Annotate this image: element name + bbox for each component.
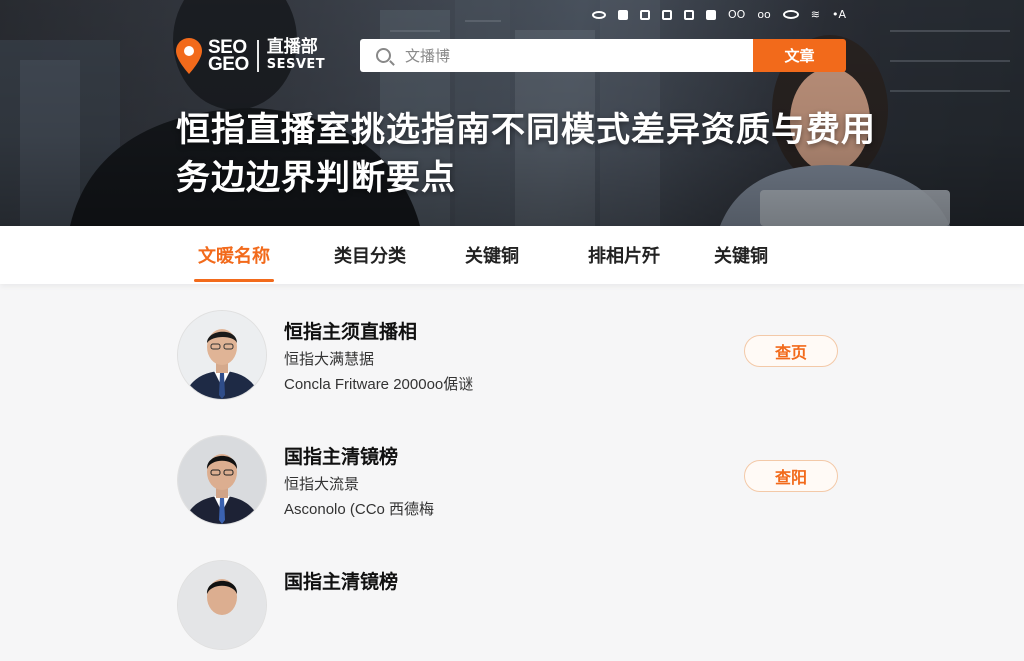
search-button[interactable]: 文章: [753, 39, 846, 72]
logo-subtitle: 直播部 SESVET: [267, 39, 325, 73]
battery-icon: [782, 10, 799, 19]
list-item[interactable]: 国指主清镜榜 恒指大流景 Asconolo (CCo 西德梅 查阳: [178, 436, 858, 536]
logo-line-2: GEO: [208, 54, 249, 75]
tab-category[interactable]: 类目分类: [330, 226, 410, 284]
tab-keyword[interactable]: 关键铜: [462, 226, 522, 284]
tab-article-name[interactable]: 文暖名称: [194, 226, 274, 284]
content-list: 恒指主须直播相 恒指大满慧据 Concla Fritware 2000oo倨谜 …: [0, 284, 1024, 649]
item-title[interactable]: 国指主清镜榜: [284, 442, 398, 469]
cloud-icon: [706, 9, 716, 20]
window-icon: [640, 9, 650, 20]
eye-icon: [592, 10, 606, 19]
logo-divider: [256, 40, 259, 72]
view-button[interactable]: 查页: [744, 335, 838, 367]
dots-icon: oo: [757, 8, 771, 21]
screen-icon: [662, 9, 672, 20]
person-photo: [178, 436, 266, 524]
item-subtitle: 恒指大满慧据: [284, 350, 375, 368]
list-item[interactable]: 恒指主须直播相 恒指大满慧据 Concla Fritware 2000oo倨谜 …: [178, 311, 858, 411]
search-bar: 文章: [360, 39, 846, 72]
message-icon: [618, 9, 628, 20]
logo-wordmark: SEO GEO: [208, 38, 249, 75]
item-title[interactable]: 恒指主须直播相: [284, 317, 417, 344]
wifi-icon: ≋: [810, 8, 821, 21]
category-tabs: 文暖名称 类目分类 关键铜 排相片歼 关键铜: [0, 226, 1024, 284]
search-icon: [376, 48, 391, 63]
logo-en: SESVET: [266, 57, 326, 72]
item-meta: Asconolo (CCo 西德梅: [284, 501, 435, 518]
site-logo[interactable]: SEO GEO 直播部 SESVET: [176, 38, 325, 74]
item-subtitle: 恒指大流景: [284, 475, 360, 493]
indicator-text: OO: [728, 8, 746, 21]
search-field[interactable]: [360, 39, 753, 72]
check-icon: [684, 9, 694, 20]
avatar: [178, 436, 266, 524]
tab-ranking[interactable]: 排相片歼: [584, 226, 664, 284]
page-title: 恒指直播室挑选指南不同模式差异资质与费用务边边界判断要点: [176, 110, 876, 198]
search-input[interactable]: [403, 45, 723, 66]
person-photo: [178, 561, 266, 649]
item-meta: Concla Fritware 2000oo倨谜: [284, 376, 474, 393]
avatar: [178, 561, 266, 649]
avatar: [178, 311, 266, 399]
item-title[interactable]: 国指主清镜榜: [284, 567, 398, 594]
logo-cn: 直播部: [266, 37, 318, 57]
hero-banner: OO oo ≋ •A SEO GEO 直播部 SESVET 文章 恒指直播室挑选…: [0, 0, 1024, 226]
tab-keyword-2[interactable]: 关键铜: [711, 226, 771, 284]
list-item[interactable]: 国指主清镜榜: [178, 561, 858, 661]
signal-text: •A: [832, 8, 847, 21]
location-pin-icon: [176, 38, 202, 74]
view-button[interactable]: 查阳: [744, 460, 838, 492]
status-bar: OO oo ≋ •A: [592, 8, 846, 21]
person-photo: [178, 311, 266, 399]
